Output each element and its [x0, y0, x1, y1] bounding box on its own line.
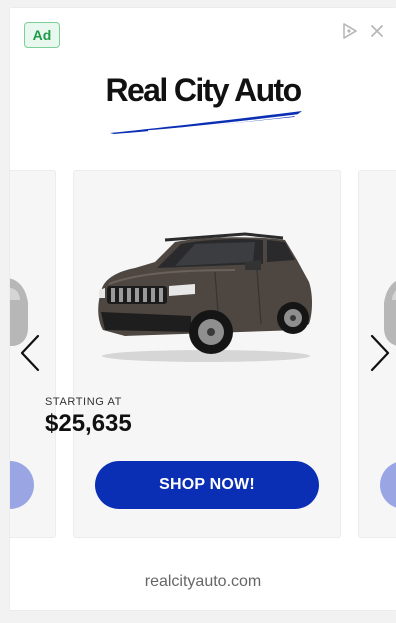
shop-now-button[interactable]: SHOP NOW! — [95, 461, 319, 509]
ad-card[interactable]: Ad Real City Auto STARTING AT $25,635 SH… — [10, 8, 396, 610]
starting-at-label: STARTING AT — [45, 396, 122, 408]
adchoices-icon[interactable] — [341, 22, 359, 40]
ad-badge: Ad — [24, 22, 60, 48]
chevron-right-icon[interactable] — [366, 333, 392, 373]
chevron-left-icon[interactable] — [18, 333, 44, 373]
car-image[interactable] — [95, 232, 317, 364]
close-icon[interactable] — [369, 22, 385, 40]
shop-now-button-previous[interactable] — [10, 461, 34, 509]
shop-now-button-next[interactable] — [380, 461, 396, 509]
swoosh-icon — [110, 111, 302, 134]
price: $25,635 — [45, 410, 132, 437]
brand-title[interactable]: Real City Auto — [10, 72, 396, 109]
domain-link[interactable]: realcityauto.com — [10, 573, 396, 591]
